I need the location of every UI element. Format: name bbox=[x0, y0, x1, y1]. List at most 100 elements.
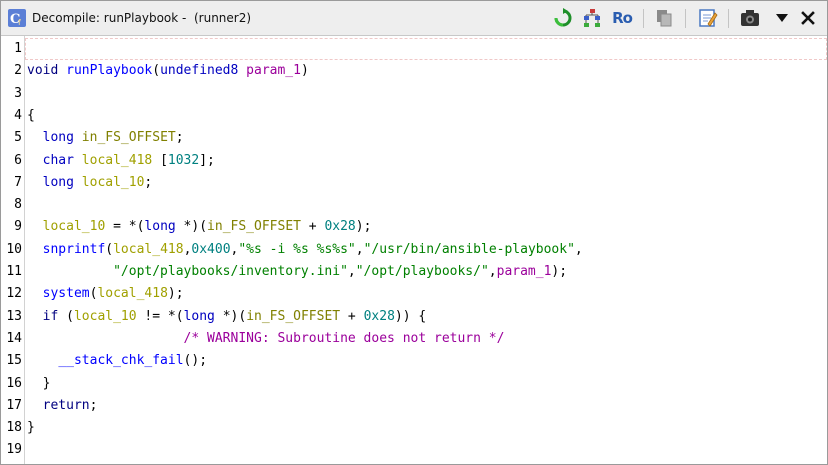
code-token[interactable]: "/opt/playbooks/inventory.ini" bbox=[113, 264, 348, 279]
line-number: 11 bbox=[6, 264, 22, 279]
code-token[interactable]: local_10 bbox=[43, 219, 106, 234]
code-token: } bbox=[27, 375, 51, 391]
code-token[interactable]: param_1 bbox=[497, 264, 552, 279]
read-only-label: Ro bbox=[612, 9, 633, 27]
code-line[interactable]: local_10 = *(long *)(in_FS_OFFSET + 0x28… bbox=[27, 216, 372, 238]
code-line[interactable]: long local_10; bbox=[27, 172, 153, 194]
code-line[interactable]: return; bbox=[27, 395, 98, 417]
line-number: 19 bbox=[6, 442, 22, 458]
copy-icon bbox=[657, 10, 672, 27]
code-token[interactable]: /* WARNING: Subroutine does not return *… bbox=[184, 331, 505, 346]
function-graph-button[interactable] bbox=[581, 8, 603, 28]
line-number: 2 bbox=[14, 63, 22, 79]
code-line[interactable]: __stack_chk_fail(); bbox=[27, 350, 207, 372]
code-line[interactable]: { bbox=[27, 105, 35, 127]
code-token[interactable]: char bbox=[43, 153, 74, 168]
code-line[interactable]: system(local_418); bbox=[27, 283, 184, 305]
code-token[interactable]: "%s -i %s %s%s" bbox=[238, 242, 355, 257]
code-token: ( bbox=[58, 308, 74, 324]
code-token: ; bbox=[144, 174, 153, 190]
menu-dropdown-button[interactable] bbox=[771, 8, 793, 28]
code-token[interactable]: in_FS_OFFSET bbox=[207, 219, 301, 234]
decompiler-code-view[interactable]: 1 2 3 4 5 6 7 8 9 10 11 12 13 14 15 16 17 18 19 void runPl… bbox=[1, 36, 827, 464]
code-token[interactable]: long bbox=[144, 219, 175, 234]
code-token[interactable]: long bbox=[43, 130, 74, 145]
code-token: ); bbox=[355, 219, 372, 235]
code-line[interactable]: snprintf(local_418,0x400,"%s -i %s %s%s"… bbox=[27, 239, 583, 261]
code-token[interactable]: 0x400 bbox=[191, 242, 230, 257]
code-token: ; bbox=[89, 397, 98, 413]
code-token[interactable]: runPlaybook bbox=[66, 63, 152, 78]
code-token[interactable]: local_418 bbox=[82, 153, 152, 168]
window-title: Decompile: runPlaybook - (runner2) bbox=[32, 11, 252, 25]
code-token[interactable]: param_1 bbox=[246, 63, 301, 78]
code-token[interactable]: local_418 bbox=[97, 286, 167, 301]
line-number: 12 bbox=[6, 286, 22, 302]
code-token[interactable]: system bbox=[43, 286, 90, 301]
line-number: 5 bbox=[14, 130, 22, 146]
chevron-down-icon bbox=[776, 14, 788, 22]
code-line[interactable]: void runPlaybook(undefined8 param_1) bbox=[27, 60, 309, 82]
code-token[interactable]: snprintf bbox=[43, 242, 106, 257]
function-graph-icon bbox=[584, 9, 600, 27]
code-token[interactable]: __stack_chk_fail bbox=[58, 353, 183, 368]
code-token[interactable]: if bbox=[43, 309, 59, 324]
read-only-toggle[interactable]: Ro bbox=[609, 8, 635, 28]
copy-button[interactable] bbox=[653, 8, 675, 28]
code-token[interactable]: in_FS_OFFSET bbox=[82, 130, 176, 145]
refresh-button[interactable] bbox=[552, 8, 574, 28]
code-token[interactable]: 1032 bbox=[168, 153, 199, 168]
code-token: != *( bbox=[136, 308, 184, 324]
code-token: )) { bbox=[394, 308, 427, 324]
code-line[interactable]: if (local_10 != *(long *)(in_FS_OFFSET +… bbox=[27, 306, 427, 328]
code-token[interactable]: long bbox=[184, 309, 215, 324]
code-line[interactable]: } bbox=[27, 373, 51, 395]
code-token: = *( bbox=[105, 219, 145, 235]
code-token: , bbox=[574, 241, 583, 257]
code-token[interactable]: "/usr/bin/ansible-playbook" bbox=[364, 242, 575, 257]
code-token[interactable]: return bbox=[43, 398, 90, 413]
line-number: 13 bbox=[6, 308, 22, 324]
code-token[interactable]: undefined8 bbox=[160, 63, 238, 78]
line-number: 18 bbox=[6, 420, 22, 436]
code-line[interactable]: } bbox=[27, 417, 35, 439]
snapshot-button[interactable] bbox=[739, 8, 761, 28]
line-number: 16 bbox=[6, 375, 22, 391]
line-number: 17 bbox=[6, 397, 22, 413]
code-token[interactable]: local_10 bbox=[82, 175, 145, 190]
line-number: 9 bbox=[14, 219, 22, 235]
code-token[interactable]: local_10 bbox=[74, 309, 137, 324]
code-token: *)( bbox=[214, 308, 247, 324]
code-token: , bbox=[355, 241, 364, 257]
code-token: , bbox=[488, 264, 497, 279]
code-line[interactable]: /* WARNING: Subroutine does not return *… bbox=[27, 328, 505, 350]
toolbar-separator bbox=[728, 9, 729, 28]
code-line[interactable]: long in_FS_OFFSET; bbox=[27, 127, 184, 149]
code-token: ]; bbox=[199, 152, 215, 168]
decompiler-logo-icon: C f bbox=[8, 9, 26, 27]
code-token[interactable]: 0x28 bbox=[324, 219, 355, 234]
code-token[interactable]: local_418 bbox=[113, 242, 183, 257]
toolbar-separator bbox=[643, 9, 644, 28]
code-token[interactable]: long bbox=[43, 175, 74, 190]
close-button[interactable] bbox=[797, 8, 819, 28]
code-token[interactable]: void bbox=[27, 63, 58, 78]
code-token: ); bbox=[167, 286, 184, 302]
code-token[interactable]: 0x28 bbox=[364, 309, 395, 324]
code-line[interactable]: "/opt/playbooks/inventory.ini","/opt/pla… bbox=[27, 261, 567, 283]
line-number: 15 bbox=[6, 353, 22, 369]
svg-text:f: f bbox=[18, 18, 21, 27]
code-line[interactable]: char local_418 [1032]; bbox=[27, 150, 215, 172]
edit-function-button[interactable] bbox=[697, 8, 719, 28]
code-token[interactable]: in_FS_OFFSET bbox=[246, 309, 340, 324]
code-token[interactable]: "/opt/playbooks/" bbox=[356, 264, 489, 279]
